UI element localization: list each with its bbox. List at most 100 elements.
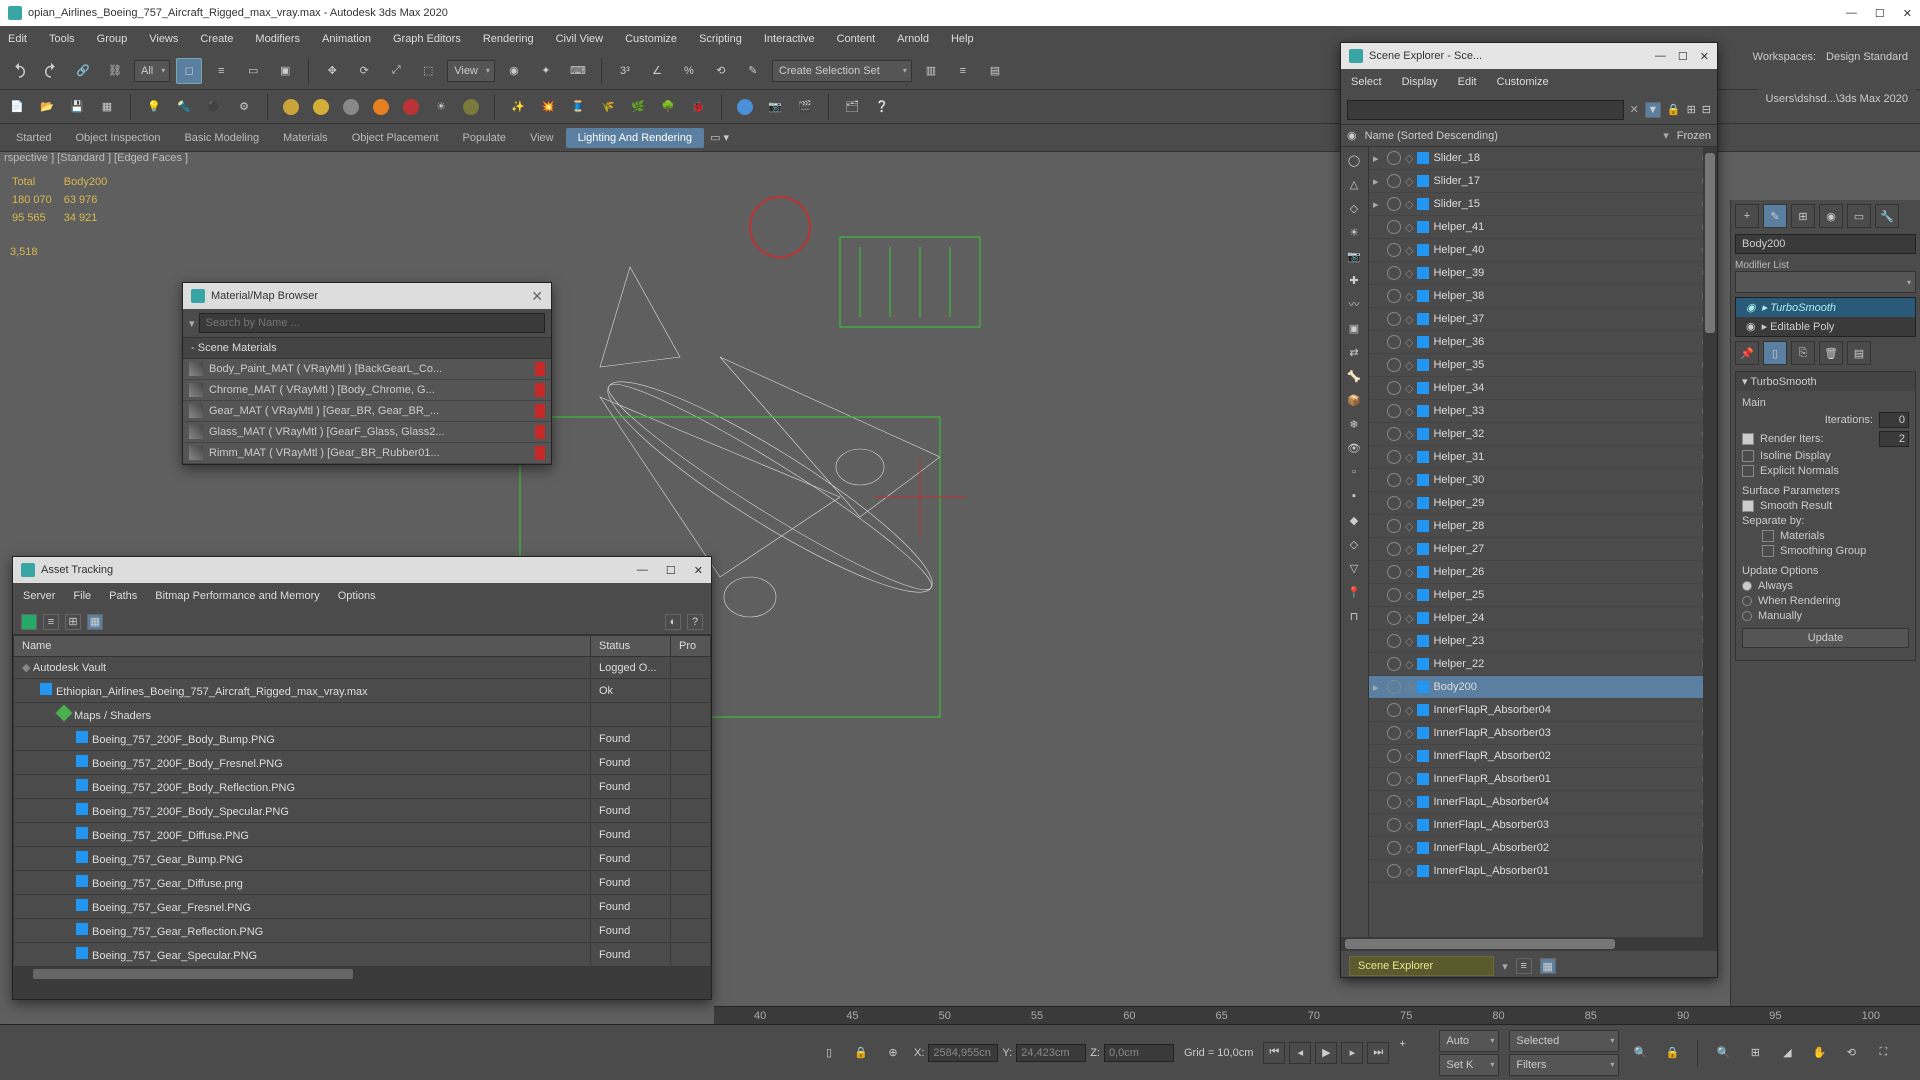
layer-icon[interactable]: ◇ (1405, 520, 1413, 533)
scene-explorer-search-input[interactable] (1347, 100, 1624, 120)
visibility-icon[interactable] (1387, 174, 1401, 188)
visibility-icon[interactable] (1387, 703, 1401, 717)
refcoord-combo[interactable]: View (447, 60, 495, 82)
misc6-icon[interactable]: ⊓ (1343, 605, 1365, 627)
pin-icon[interactable]: 📍 (1343, 581, 1365, 603)
shapes-icon[interactable]: ◇ (1343, 197, 1365, 219)
scene-node-row[interactable]: ◇Helper_34❄ (1369, 377, 1717, 400)
asset-row[interactable]: Boeing_757_200F_Body_Fresnel.PNGFound (14, 751, 711, 775)
lights-icon[interactable]: ☀ (1343, 221, 1365, 243)
col-pro[interactable]: Pro (671, 636, 711, 657)
asset-row[interactable]: Boeing_757_Gear_Specular.PNGFound (14, 943, 711, 967)
options-icon[interactable]: ◐ (665, 614, 681, 630)
menu-group[interactable]: Group (97, 33, 128, 45)
frame-buffer-icon[interactable]: 🎬 (794, 96, 816, 118)
asset-row[interactable]: Boeing_757_200F_Body_Reflection.PNGFound (14, 775, 711, 799)
visibility-icon[interactable] (1387, 243, 1401, 257)
hierarchy-tab-icon[interactable]: ⊞ (1791, 204, 1815, 228)
layer-icon[interactable]: ◇ (1405, 612, 1413, 625)
layer-icon[interactable]: ◇ (1405, 267, 1413, 280)
percent-snap-icon[interactable]: % (676, 58, 702, 84)
explicit-normals-checkbox[interactable] (1742, 465, 1754, 477)
list-icon[interactable]: ≡ (43, 614, 59, 630)
snap-icon[interactable]: 3³ (612, 58, 638, 84)
orange-sphere-icon[interactable] (370, 96, 392, 118)
modifier-stack[interactable]: ◉ ▸ TurboSmooth◉ ▸ Editable Poly (1735, 297, 1916, 337)
scene-node-row[interactable]: ▸◇Body200❄ (1369, 676, 1717, 699)
x-coord-field[interactable]: 2584,955cn (928, 1044, 998, 1062)
named-selection-combo[interactable]: Create Selection Set (772, 60, 912, 82)
isolate-icon[interactable]: 🔍 (1629, 1042, 1651, 1064)
layer-icon[interactable]: ◇ (1405, 336, 1413, 349)
layer-icon[interactable]: ◇ (1405, 727, 1413, 740)
align-icon[interactable]: ≡ (950, 58, 976, 84)
green-sphere-icon[interactable] (460, 96, 482, 118)
layer-icon[interactable]: ◇ (1405, 428, 1413, 441)
menu-scripting[interactable]: Scripting (699, 33, 742, 45)
grid-icon[interactable]: ▦ (96, 96, 118, 118)
asset-table[interactable]: Name Status Pro ◆ Autodesk VaultLogged O… (13, 635, 711, 967)
lock-icon[interactable]: 🔒 (1667, 103, 1681, 116)
timeline[interactable]: 404550556065707580859095100 (714, 1006, 1920, 1024)
layer-icon[interactable]: ◇ (1405, 681, 1413, 694)
menu-edit[interactable]: Edit (8, 33, 27, 45)
display-tab-icon[interactable]: ▭ (1847, 204, 1871, 228)
asset-menu-options[interactable]: Options (338, 590, 376, 602)
filter-icon[interactable]: ▼ (1645, 102, 1661, 118)
isoline-checkbox[interactable] (1742, 450, 1754, 462)
scene-node-row[interactable]: ◇InnerFlapL_Absorber04❄ (1369, 791, 1717, 814)
layer-icon[interactable]: ◇ (1405, 290, 1413, 303)
minimize-icon[interactable]: — (1846, 7, 1857, 19)
layer-icon[interactable]: ◇ (1405, 221, 1413, 234)
ribbon-tab-object-inspection[interactable]: Object Inspection (63, 128, 172, 148)
footer-list-icon[interactable]: ≡ (1516, 958, 1532, 974)
link-icon[interactable]: 🔗 (70, 58, 96, 84)
spacewarps-icon[interactable]: 〰 (1343, 293, 1365, 315)
pan-icon[interactable]: ✋ (1808, 1042, 1830, 1064)
layer-icon[interactable]: ◇ (1405, 382, 1413, 395)
smooth-result-checkbox[interactable] (1742, 500, 1754, 512)
make-unique-icon[interactable]: ⎘ (1791, 341, 1815, 365)
material-search-input[interactable] (199, 313, 545, 333)
visibility-icon[interactable] (1387, 450, 1401, 464)
asset-row[interactable]: Ethiopian_Airlines_Boeing_757_Aircraft_R… (14, 679, 711, 703)
scene-explorer-window[interactable]: Scene Explorer - Sce... — ☐ ✕ SelectDisp… (1340, 42, 1718, 978)
render-setup-icon[interactable]: 📷 (764, 96, 786, 118)
material-row[interactable]: Body_Paint_MAT ( VRayMtl ) [BackGearL_Co… (183, 359, 551, 380)
close-icon[interactable]: ✕ (1700, 50, 1709, 63)
asset-row[interactable]: Boeing_757_Gear_Reflection.PNGFound (14, 919, 711, 943)
maxmin-viewport-icon[interactable]: ⛶ (1872, 1042, 1894, 1064)
ribbon-tab-view[interactable]: View (518, 128, 566, 148)
layer-icon[interactable]: ◇ (1405, 796, 1413, 809)
misc2-icon[interactable]: ▪ (1343, 485, 1365, 507)
collapse-icon[interactable]: ⊟ (1702, 103, 1711, 116)
placement-icon[interactable]: ⬚ (415, 58, 441, 84)
scene-node-row[interactable]: ◇InnerFlapL_Absorber02❄ (1369, 837, 1717, 860)
scene-node-row[interactable]: ◇InnerFlapL_Absorber03❄ (1369, 814, 1717, 837)
visibility-icon[interactable] (1387, 266, 1401, 280)
help-icon[interactable]: ? (687, 614, 703, 630)
menu-views[interactable]: Views (149, 33, 178, 45)
layer-icon[interactable]: ◇ (1405, 543, 1413, 556)
cameras-icon[interactable]: 📷 (1343, 245, 1365, 267)
visibility-icon[interactable] (1387, 335, 1401, 349)
menu-tools[interactable]: Tools (49, 33, 75, 45)
menu-modifiers[interactable]: Modifiers (255, 33, 300, 45)
se-menu-display[interactable]: Display (1402, 76, 1438, 88)
rotate-icon[interactable]: ⟳ (351, 58, 377, 84)
layer-icon[interactable]: ◇ (1405, 474, 1413, 487)
fov-icon[interactable]: ◢ (1776, 1042, 1798, 1064)
hair-icon[interactable]: 🌾 (597, 96, 619, 118)
viewport-label[interactable]: rspective ] [Standard ] [Edged Faces ] (4, 152, 188, 164)
select-object-icon[interactable]: ◻ (176, 58, 202, 84)
layer-icon[interactable]: ◇ (1405, 566, 1413, 579)
visibility-icon[interactable] (1387, 312, 1401, 326)
open-icon[interactable]: 📂 (36, 96, 58, 118)
material-row[interactable]: Gear_MAT ( VRayMtl ) [Gear_BR, Gear_BR_.… (183, 401, 551, 422)
scene-node-row[interactable]: ◇Helper_37❄ (1369, 308, 1717, 331)
visibility-icon[interactable] (1387, 197, 1401, 211)
asset-menu-paths[interactable]: Paths (109, 590, 137, 602)
scene-node-row[interactable]: ◇Helper_29❄ (1369, 492, 1717, 515)
menu-graph-editors[interactable]: Graph Editors (393, 33, 461, 45)
layer-icon[interactable]: ◇ (1405, 704, 1413, 717)
